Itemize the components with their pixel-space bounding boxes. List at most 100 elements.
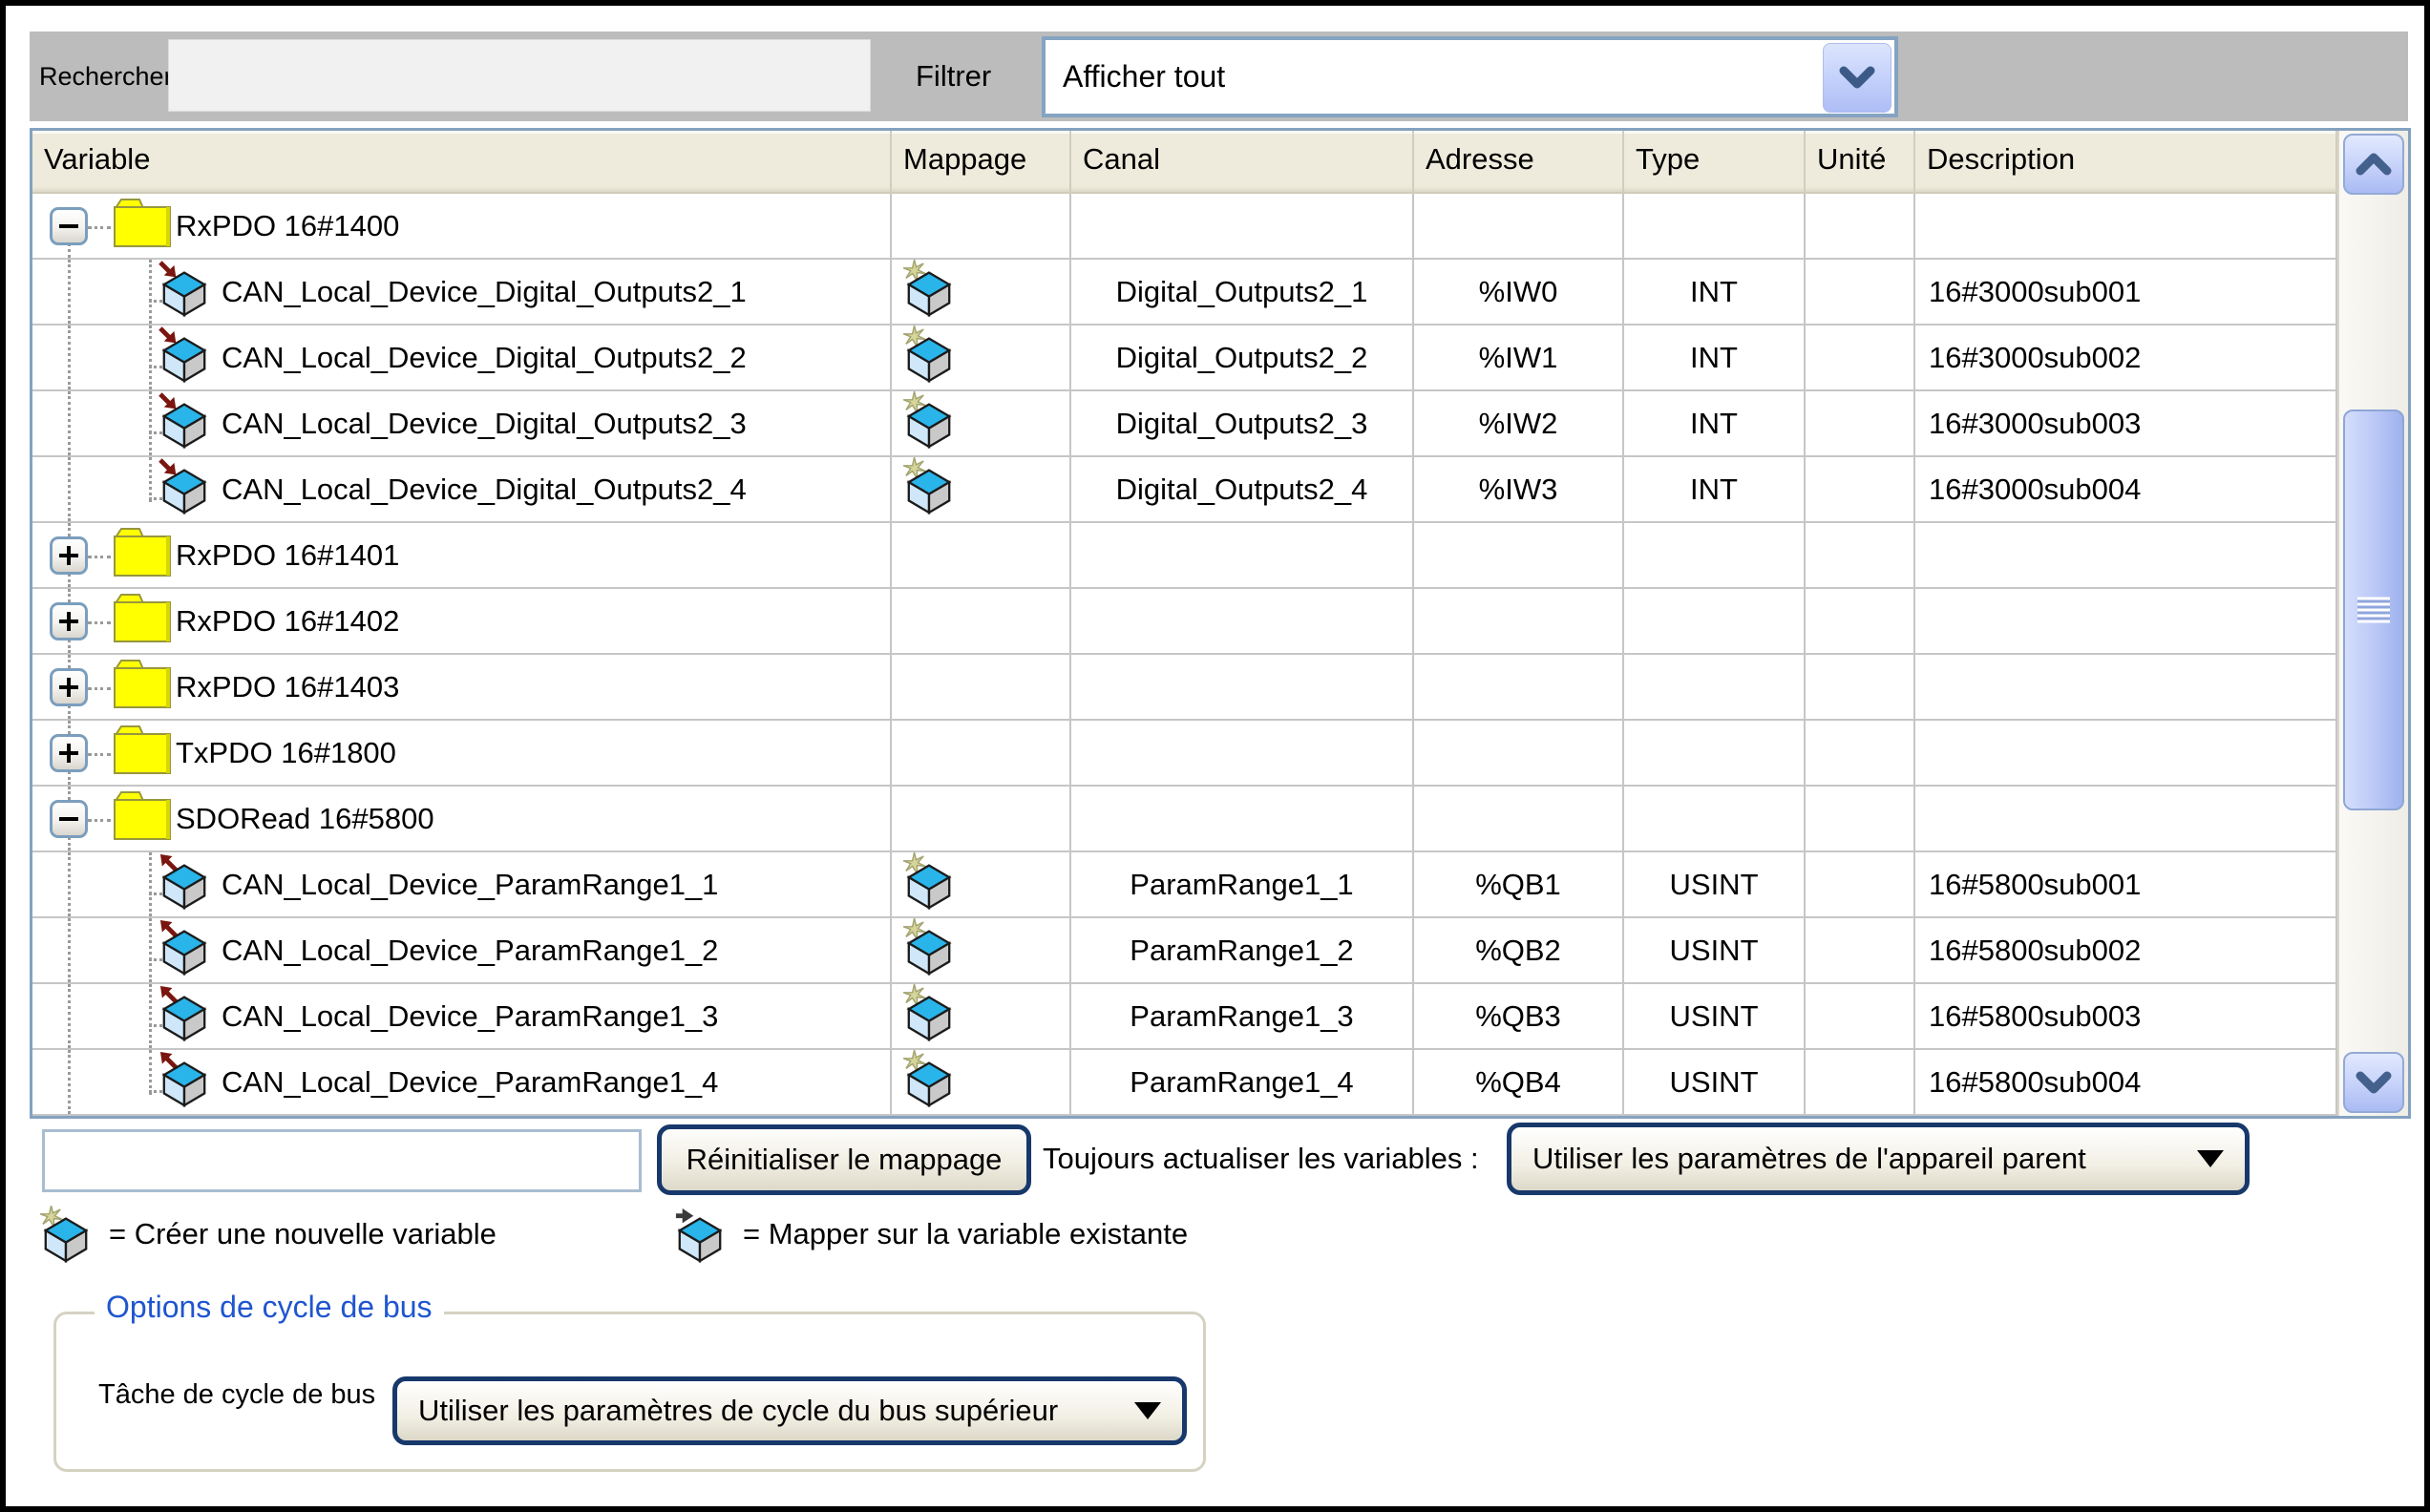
column-header-unité[interactable]: Unité bbox=[1806, 131, 1915, 194]
group-row: TxPDO 16#1800 bbox=[32, 721, 2337, 787]
adresse-cell bbox=[1414, 721, 1624, 785]
mapping-new-variable-icon bbox=[903, 259, 955, 318]
folder-icon bbox=[111, 722, 174, 777]
mappage-cell bbox=[892, 523, 1071, 587]
legend-map-existing: = Mapper sur la variable existante bbox=[674, 1201, 1188, 1268]
column-header-type[interactable]: Type bbox=[1624, 131, 1806, 194]
filter-combobox[interactable]: Afficher tout bbox=[1042, 36, 1898, 117]
scrollbar-thumb[interactable] bbox=[2343, 410, 2404, 810]
canal-cell bbox=[1071, 655, 1414, 719]
group-label: TxPDO 16#1800 bbox=[176, 736, 396, 770]
adresse-cell: %IW2 bbox=[1414, 391, 1624, 455]
column-header-adresse[interactable]: Adresse bbox=[1414, 131, 1624, 194]
type-cell: USINT bbox=[1624, 918, 1806, 982]
variable-cube-out-icon bbox=[158, 1049, 210, 1108]
variable-label: CAN_Local_Device_Digital_Outputs2_4 bbox=[222, 472, 747, 507]
mappage-cell bbox=[892, 194, 1071, 258]
canal-cell bbox=[1071, 589, 1414, 653]
mapping-filter-input[interactable] bbox=[42, 1129, 642, 1192]
type-cell bbox=[1624, 787, 1806, 850]
tree-line bbox=[88, 687, 111, 690]
always-update-label: Toujours actualiser les variables : bbox=[1043, 1124, 1479, 1193]
tree-line bbox=[149, 1050, 152, 1095]
variable-cube-out-icon bbox=[158, 983, 210, 1042]
tree-line bbox=[68, 1050, 71, 1114]
map-existing-variable-icon bbox=[674, 1205, 726, 1264]
always-update-combobox[interactable]: Utiliser les paramètres de l'appareil pa… bbox=[1507, 1123, 2250, 1195]
canal-cell: ParamRange1_3 bbox=[1071, 984, 1414, 1048]
variable-label: CAN_Local_Device_Digital_Outputs2_2 bbox=[222, 341, 747, 375]
column-header-variable[interactable]: Variable bbox=[32, 131, 892, 194]
variable-row: CAN_Local_Device_Digital_Outputs2_4Digit… bbox=[32, 457, 2337, 523]
scroll-down-button[interactable] bbox=[2343, 1052, 2404, 1113]
group-row: RxPDO 16#1401 bbox=[32, 523, 2337, 589]
expander-plus-icon[interactable] bbox=[50, 536, 88, 575]
type-cell bbox=[1624, 721, 1806, 785]
table-header-row: VariableMappageCanalAdresseTypeUnitéDesc… bbox=[32, 131, 2337, 194]
canal-cell bbox=[1071, 721, 1414, 785]
mappage-cell bbox=[892, 655, 1071, 719]
expander-plus-icon[interactable] bbox=[50, 734, 88, 772]
unite-cell bbox=[1806, 721, 1915, 785]
type-cell bbox=[1624, 655, 1806, 719]
always-update-value: Utiliser les paramètres de l'appareil pa… bbox=[1532, 1142, 2086, 1176]
expander-plus-icon[interactable] bbox=[50, 668, 88, 706]
unite-cell bbox=[1806, 523, 1915, 587]
variable-row: CAN_Local_Device_Digital_Outputs2_3Digit… bbox=[32, 391, 2337, 457]
group-label: RxPDO 16#1401 bbox=[176, 538, 399, 573]
adresse-cell: %IW0 bbox=[1414, 260, 1624, 324]
bus-cycle-task-label: Tâche de cycle de bus bbox=[98, 1349, 375, 1440]
reset-mapping-button[interactable]: Réinitialiser le mappage bbox=[657, 1124, 1031, 1195]
expander-minus-icon[interactable] bbox=[50, 800, 88, 838]
column-header-canal[interactable]: Canal bbox=[1071, 131, 1414, 194]
description-cell: 16#5800sub001 bbox=[1915, 852, 2337, 916]
vertical-scrollbar[interactable] bbox=[2337, 131, 2408, 1116]
description-cell: 16#3000sub003 bbox=[1915, 391, 2337, 455]
mappage-cell bbox=[892, 918, 1071, 982]
folder-icon bbox=[111, 195, 174, 250]
bus-cycle-task-value: Utiliser les paramètres de cycle du bus … bbox=[418, 1394, 1058, 1428]
variable-row: CAN_Local_Device_ParamRange1_1ParamRange… bbox=[32, 852, 2337, 918]
adresse-cell bbox=[1414, 589, 1624, 653]
unite-cell bbox=[1806, 194, 1915, 258]
mapping-new-variable-icon bbox=[40, 1205, 92, 1264]
tree-line bbox=[88, 753, 111, 756]
expander-plus-icon[interactable] bbox=[50, 602, 88, 640]
variable-label: CAN_Local_Device_ParamRange1_2 bbox=[222, 934, 718, 968]
type-cell bbox=[1624, 589, 1806, 653]
scroll-thumb-grip bbox=[2357, 598, 2390, 623]
description-cell: 16#3000sub001 bbox=[1915, 260, 2337, 324]
column-header-description[interactable]: Description bbox=[1915, 131, 2337, 194]
type-cell: USINT bbox=[1624, 1050, 1806, 1114]
scroll-up-button[interactable] bbox=[2343, 134, 2404, 195]
variable-cube-in-icon bbox=[158, 325, 210, 384]
description-cell bbox=[1915, 787, 2337, 850]
group-row: SDORead 16#5800 bbox=[32, 787, 2337, 852]
description-cell: 16#3000sub004 bbox=[1915, 457, 2337, 521]
group-row: RxPDO 16#1403 bbox=[32, 655, 2337, 721]
description-cell bbox=[1915, 194, 2337, 258]
tree-line bbox=[68, 326, 71, 389]
group-label: RxPDO 16#1400 bbox=[176, 209, 399, 243]
unite-cell bbox=[1806, 852, 1915, 916]
variable-row: CAN_Local_Device_Digital_Outputs2_1Digit… bbox=[32, 260, 2337, 326]
group-row: RxPDO 16#1402 bbox=[32, 589, 2337, 655]
tree-line bbox=[68, 260, 71, 324]
filter-combobox-dropdown-button[interactable] bbox=[1823, 43, 1891, 113]
type-cell: USINT bbox=[1624, 852, 1806, 916]
unite-cell bbox=[1806, 1050, 1915, 1114]
description-cell bbox=[1915, 655, 2337, 719]
tree-line bbox=[149, 260, 152, 324]
bus-cycle-task-combobox[interactable]: Utiliser les paramètres de cycle du bus … bbox=[392, 1376, 1187, 1445]
mappage-cell bbox=[892, 457, 1071, 521]
group-label: SDORead 16#5800 bbox=[176, 802, 434, 836]
variable-row: CAN_Local_Device_ParamRange1_4ParamRange… bbox=[32, 1050, 2337, 1116]
column-header-mappage[interactable]: Mappage bbox=[892, 131, 1071, 194]
bus-cycle-options-title: Options de cycle de bus bbox=[95, 1290, 444, 1325]
unite-cell bbox=[1806, 589, 1915, 653]
search-input[interactable] bbox=[168, 39, 871, 112]
io-mapping-dialog: Rechercher Filtrer Afficher tout Variabl… bbox=[0, 0, 2430, 1512]
variable-row: CAN_Local_Device_Digital_Outputs2_2Digit… bbox=[32, 326, 2337, 391]
expander-minus-icon[interactable] bbox=[50, 207, 88, 245]
description-cell bbox=[1915, 589, 2337, 653]
